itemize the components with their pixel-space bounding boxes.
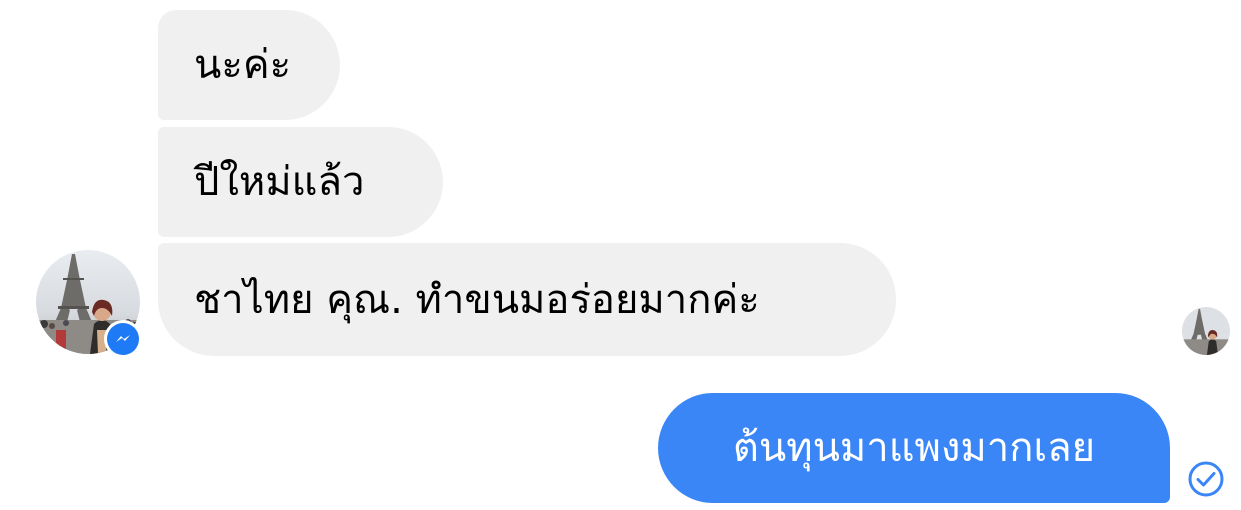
message-text: นะค่ะ (194, 42, 292, 88)
sent-check-circle-icon (1187, 460, 1225, 498)
message-text: ชาไทย คุณ. ทำขนมอร่อยมากค่ะ (194, 276, 760, 323)
outgoing-message-bubble[interactable]: ต้นทุนมาแพงมากเลย (658, 393, 1170, 503)
chat-thread: นะค่ะ ปีใหม่แล้ว ชาไทย คุณ. ทำขนมอร่อยมา… (0, 0, 1241, 510)
incoming-message-bubble[interactable]: ปีใหม่แล้ว (158, 127, 443, 237)
messenger-badge (104, 320, 142, 358)
messenger-bolt-icon (107, 323, 139, 355)
incoming-message-bubble[interactable]: นะค่ะ (158, 10, 340, 120)
incoming-message-bubble[interactable]: ชาไทย คุณ. ทำขนมอร่อยมากค่ะ (158, 243, 896, 356)
seen-avatar-icon (1182, 307, 1230, 355)
message-text: ต้นทุนมาแพงมากเลย (732, 425, 1096, 471)
message-text: ปีใหม่แล้ว (194, 159, 365, 205)
